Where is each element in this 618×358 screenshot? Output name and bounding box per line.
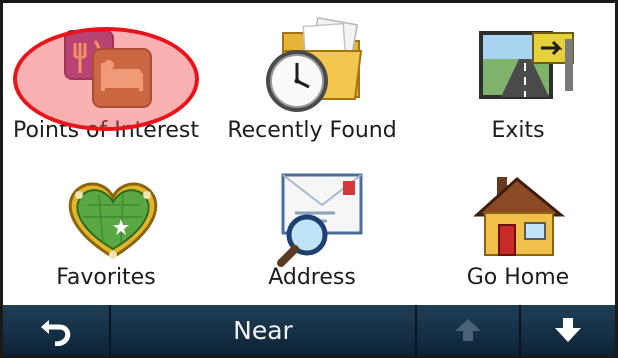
near-button[interactable]: Near (111, 305, 417, 355)
address-label: Address (268, 265, 356, 290)
exits-road-sign-icon (479, 31, 574, 99)
recently-found-button[interactable]: Recently Found (209, 3, 415, 153)
scroll-up-arrow-icon (455, 319, 481, 341)
bottom-toolbar: Near (3, 305, 615, 355)
points-of-interest-icon (64, 30, 152, 108)
favorites-heart-map-icon (68, 182, 158, 259)
points-of-interest-label: Points of Interest (12, 118, 200, 143)
find-menu-screen: Points of Interest Recently Found Exits (0, 0, 618, 358)
favorites-label: Favorites (56, 265, 156, 290)
address-envelope-magnifier-icon (277, 173, 363, 267)
near-label: Near (233, 315, 293, 345)
back-arrow-icon (41, 320, 71, 346)
go-home-house-icon (473, 177, 566, 256)
go-home-label: Go Home (466, 265, 570, 290)
back-button[interactable] (3, 305, 111, 355)
recently-found-label: Recently Found (227, 118, 397, 143)
address-button[interactable]: Address (209, 153, 415, 303)
scroll-down-button[interactable] (521, 305, 615, 355)
exits-button[interactable]: Exits (415, 3, 615, 153)
scroll-up-button[interactable] (417, 305, 521, 355)
go-home-button[interactable]: Go Home (415, 153, 615, 303)
points-of-interest-button[interactable]: Points of Interest (3, 3, 209, 153)
scroll-down-arrow-icon (555, 318, 581, 342)
recently-found-clock-icon (266, 17, 363, 112)
favorites-button[interactable]: Favorites (3, 153, 209, 303)
exits-label: Exits (491, 118, 545, 143)
